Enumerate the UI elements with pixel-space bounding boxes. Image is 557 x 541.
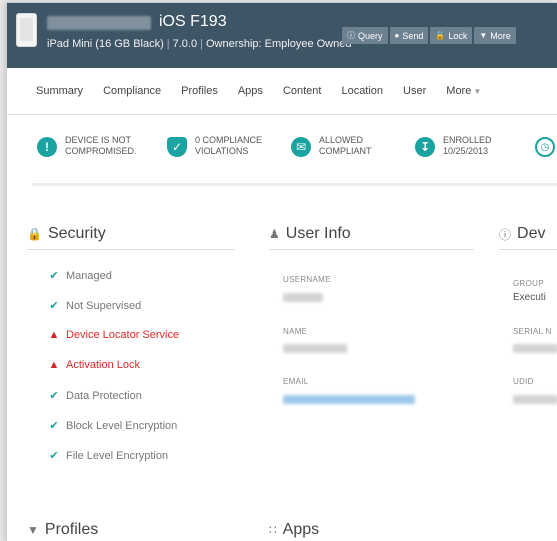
- username-label: USERNAME: [283, 275, 331, 284]
- compliance-status: ✓ 0 COMPLIANCE VIOLATIONS: [167, 135, 262, 157]
- shield-icon: ✓: [167, 137, 187, 157]
- redacted-name: [283, 344, 347, 353]
- device-header: iOS F193 iPad Mini (16 GB Black) | 7.0.0 | O…: [7, 3, 557, 68]
- security-heading: 🔒 Security: [27, 225, 106, 242]
- info-icon: ⓘ: [499, 227, 512, 242]
- device-info-heading: ⓘ Dev: [499, 225, 546, 242]
- name-label: NAME: [283, 327, 308, 336]
- device-title: iOS F193: [159, 13, 227, 30]
- redacted-udid: [513, 395, 557, 404]
- tab-profiles[interactable]: Profiles: [181, 85, 218, 97]
- divider: [27, 249, 235, 250]
- ipad-device-icon: [16, 13, 37, 47]
- ownership: Ownership: Employee Owned: [205, 38, 352, 50]
- lock-button[interactable]: 🔒 Lock: [430, 27, 473, 44]
- redacted-username: [283, 293, 323, 302]
- tab-content[interactable]: Content: [283, 85, 322, 97]
- udid-label: UDID: [513, 377, 534, 386]
- security-item-not-supervised: ✔ Not Supervised: [47, 299, 141, 313]
- warning-icon: ▲: [48, 329, 60, 341]
- tab-more[interactable]: More ▼: [446, 85, 481, 97]
- user-info-heading: ♟ User Info: [269, 225, 351, 242]
- divider: [32, 183, 557, 186]
- separator: |: [166, 38, 170, 50]
- compromised-status: ! DEVICE IS NOT COMPROMISED.: [37, 135, 137, 157]
- allowed-status: ✉ ALLOWED COMPLIANT: [291, 135, 372, 157]
- user-icon: ♟: [269, 227, 280, 241]
- tab-apps[interactable]: Apps: [238, 85, 263, 97]
- check-icon: ✔: [49, 420, 59, 432]
- redacted-serial: [513, 344, 557, 353]
- device-model: iPad Mini (16 GB Black): [47, 38, 164, 50]
- check-icon: ✔: [49, 300, 59, 312]
- tab-summary[interactable]: Summary: [36, 85, 83, 97]
- more-actions-button[interactable]: ▼ More: [474, 27, 516, 44]
- enrolled-icon: ↧: [415, 137, 435, 157]
- clock-icon: ◷: [535, 137, 555, 157]
- tab-location[interactable]: Location: [341, 85, 383, 97]
- tab-user[interactable]: User: [403, 85, 426, 97]
- group-value: Executi: [513, 292, 546, 303]
- security-item-data-protection: ✔ Data Protection: [47, 389, 141, 403]
- serial-label: SERIAL N: [513, 327, 552, 336]
- clock-status: ◷: [535, 135, 557, 157]
- check-icon: ✔: [49, 390, 59, 402]
- separator: |: [200, 38, 203, 50]
- lock-icon: 🔒: [435, 31, 446, 40]
- grid-icon: ∷: [269, 523, 277, 537]
- warning-icon: ▲: [48, 359, 60, 371]
- status-strip: ! DEVICE IS NOT COMPROMISED. ✓ 0 COMPLIAN…: [7, 115, 557, 187]
- enrolled-status: ↧ ENROLLED 10/25/2013: [415, 135, 492, 157]
- security-item-device-locator[interactable]: ▲ Device Locator Service: [47, 329, 180, 341]
- tab-bar: Summary Compliance Profiles Apps Content…: [7, 68, 557, 115]
- tab-compliance[interactable]: Compliance: [103, 85, 161, 97]
- redacted-device-name: [47, 16, 151, 30]
- security-item-activation-lock[interactable]: ▲ Activation Lock: [47, 359, 140, 371]
- device-detail-window: iOS F193 iPad Mini (16 GB Black) | 7.0.0 | O…: [6, 2, 557, 541]
- download-icon: ▼: [27, 523, 39, 537]
- group-label: GROUP: [513, 279, 544, 288]
- check-icon: ✔: [49, 450, 59, 462]
- email-label: EMAIL: [283, 377, 309, 386]
- security-item-file-encryption: ✔ File Level Encryption: [47, 449, 168, 463]
- lock-icon: 🔒: [27, 227, 42, 241]
- chat-icon: ●: [394, 31, 400, 40]
- divider: [269, 249, 474, 250]
- exclamation-icon: !: [37, 137, 57, 157]
- mail-icon: ✉: [291, 137, 311, 157]
- action-buttons: ⓘ Query ● Send 🔒 Lock ▼ More: [342, 27, 516, 44]
- apps-heading: ∷ Apps: [269, 521, 320, 538]
- info-icon: ⓘ: [347, 31, 355, 40]
- profiles-heading: ▼ Profiles: [27, 521, 99, 538]
- query-button[interactable]: ⓘ Query: [342, 27, 388, 44]
- check-icon: ✔: [49, 270, 59, 282]
- security-item-managed: ✔ Managed: [47, 269, 111, 283]
- caret-down-icon: ▼: [473, 87, 482, 96]
- security-item-block-encryption: ✔ Block Level Encryption: [47, 419, 177, 433]
- divider: [499, 249, 557, 250]
- os-version: 7.0.0: [172, 38, 198, 50]
- device-subline: iPad Mini (16 GB Black) | 7.0.0 | Ownership:…: [47, 39, 367, 50]
- redacted-email-link[interactable]: [283, 395, 415, 404]
- send-button[interactable]: ● Send: [389, 27, 429, 44]
- caret-down-icon: ▼: [479, 31, 488, 40]
